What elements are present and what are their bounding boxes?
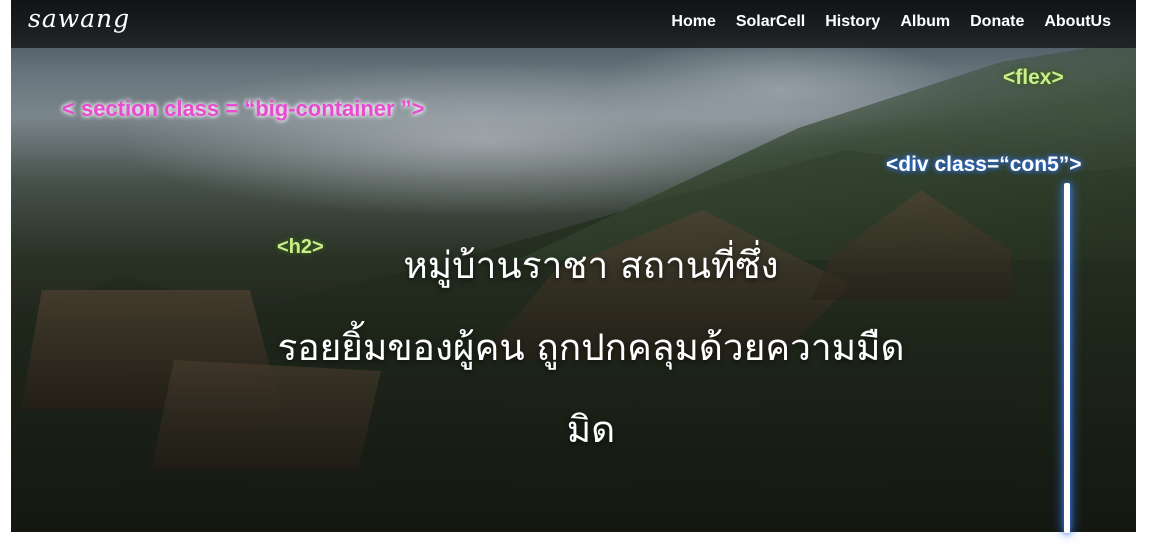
site-logo[interactable]: sawang [28, 4, 130, 33]
section-annotation: < section class = “big-container ”> [62, 96, 425, 121]
headline-line-1: หมู่บ้านราชา สถานที่ซึ่ง [403, 244, 779, 287]
con5-indicator-line [1064, 183, 1070, 533]
nav-history[interactable]: History [825, 13, 880, 31]
big-container: sawang Home SolarCell History Album Dona… [11, 0, 1136, 532]
navbar: sawang Home SolarCell History Album Dona… [11, 0, 1136, 48]
nav-album[interactable]: Album [900, 13, 950, 31]
nav-solarcell[interactable]: SolarCell [736, 13, 805, 31]
nav-aboutus[interactable]: AboutUs [1044, 13, 1111, 31]
h2-annotation: <h2> [277, 236, 324, 258]
nav-donate[interactable]: Donate [970, 13, 1024, 31]
flex-annotation: <flex> [1003, 66, 1064, 89]
nav-home[interactable]: Home [671, 13, 715, 31]
div-annotation: <div class=“con5”> [886, 153, 1082, 176]
headline-line-2: รอยยิ้มของผู้คน ถูกปกคลุมด้วยความมืด [277, 326, 905, 369]
headline-line-3: มิด [566, 408, 616, 451]
nav-links: Home SolarCell History Album Donate Abou… [651, 13, 1111, 31]
hero-headline: หมู่บ้านราชา สถานที่ซึ่ง รอยยิ้มของผู้คน… [141, 225, 1041, 471]
